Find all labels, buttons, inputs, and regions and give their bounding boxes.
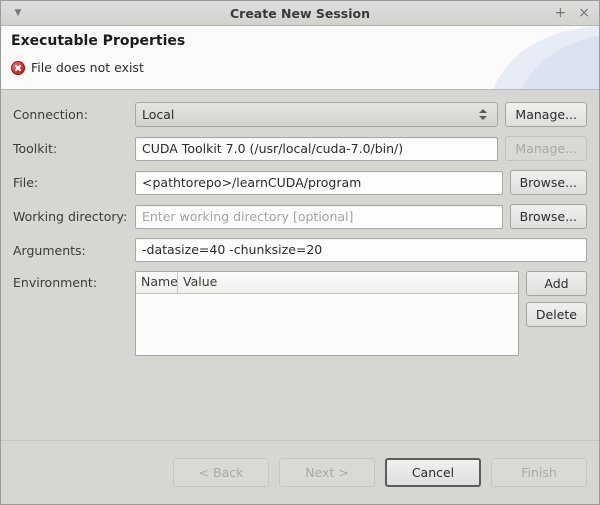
validation-message: File does not exist	[11, 60, 144, 75]
wizard-header-banner: Executable Properties File does not exis…	[1, 26, 599, 90]
connection-combo[interactable]: Local	[135, 102, 499, 127]
environment-column-name: Name	[136, 272, 178, 293]
environment-table[interactable]: Name Value	[135, 271, 519, 356]
connection-row: Connection: Local Manage...	[13, 102, 587, 127]
environment-label: Environment:	[13, 275, 98, 290]
working-directory-label: Working directory:	[13, 209, 128, 224]
environment-delete-button[interactable]: Delete	[525, 302, 587, 327]
page-title: Executable Properties	[11, 33, 186, 49]
window-title: Create New Session	[229, 5, 371, 21]
file-browse-button[interactable]: Browse...	[509, 170, 587, 195]
arguments-label: Arguments:	[13, 242, 86, 258]
create-new-session-dialog: ▼ Create New Session + × Executable Prop…	[0, 0, 600, 505]
file-input[interactable]: <pathtorepo>/learnCUDA/program	[135, 170, 503, 195]
maximize-icon[interactable]: +	[555, 6, 567, 20]
working-directory-browse-button[interactable]: Browse...	[509, 204, 587, 229]
executable-properties-form: Connection: Local Manage... Toolkit: CUD…	[1, 90, 599, 356]
working-directory-input[interactable]: Enter working directory [optional]	[135, 204, 503, 229]
stepper-arrows-icon[interactable]	[479, 109, 491, 120]
environment-table-header: Name Value	[136, 272, 518, 294]
environment-column-value: Value	[183, 274, 218, 289]
dialog-footer: < Back Next > Cancel Finish	[1, 440, 599, 504]
connection-label: Connection:	[13, 107, 88, 122]
environment-buttons: Add Delete	[519, 271, 587, 327]
environment-row: Environment: Name Value Add Delete	[13, 271, 587, 356]
arguments-row: Arguments: -datasize=40 -chunksize=20	[13, 238, 587, 262]
window-titlebar: ▼ Create New Session + ×	[1, 1, 599, 26]
connection-combo-value: Local	[142, 107, 175, 122]
error-circle-icon	[11, 60, 25, 75]
banner-decoration-swoosh	[477, 26, 599, 89]
environment-table-body[interactable]	[136, 294, 518, 355]
arguments-input[interactable]: -datasize=40 -chunksize=20	[135, 238, 587, 262]
cancel-button[interactable]: Cancel	[385, 458, 481, 487]
dialog-content: Connection: Local Manage... Toolkit: CUD…	[1, 90, 599, 440]
toolkit-row: Toolkit: CUDA Toolkit 7.0 (/usr/local/cu…	[13, 136, 587, 161]
connection-manage-button[interactable]: Manage...	[505, 102, 587, 127]
toolkit-input[interactable]: CUDA Toolkit 7.0 (/usr/local/cuda-7.0/bi…	[135, 136, 499, 161]
finish-button: Finish	[491, 458, 587, 487]
validation-message-text: File does not exist	[31, 60, 144, 75]
toolkit-manage-button: Manage...	[505, 136, 587, 161]
toolkit-label: Toolkit:	[13, 141, 58, 156]
working-directory-row: Working directory: Enter working directo…	[13, 204, 587, 229]
file-label: File:	[13, 175, 39, 190]
close-icon[interactable]: ×	[578, 6, 590, 20]
chevron-down-icon[interactable]: ▼	[1, 8, 35, 18]
back-button: < Back	[173, 458, 269, 487]
next-button: Next >	[279, 458, 375, 487]
file-row: File: <pathtorepo>/learnCUDA/program Bro…	[13, 170, 587, 195]
window-controls: + ×	[555, 6, 599, 20]
environment-add-button[interactable]: Add	[525, 271, 587, 296]
